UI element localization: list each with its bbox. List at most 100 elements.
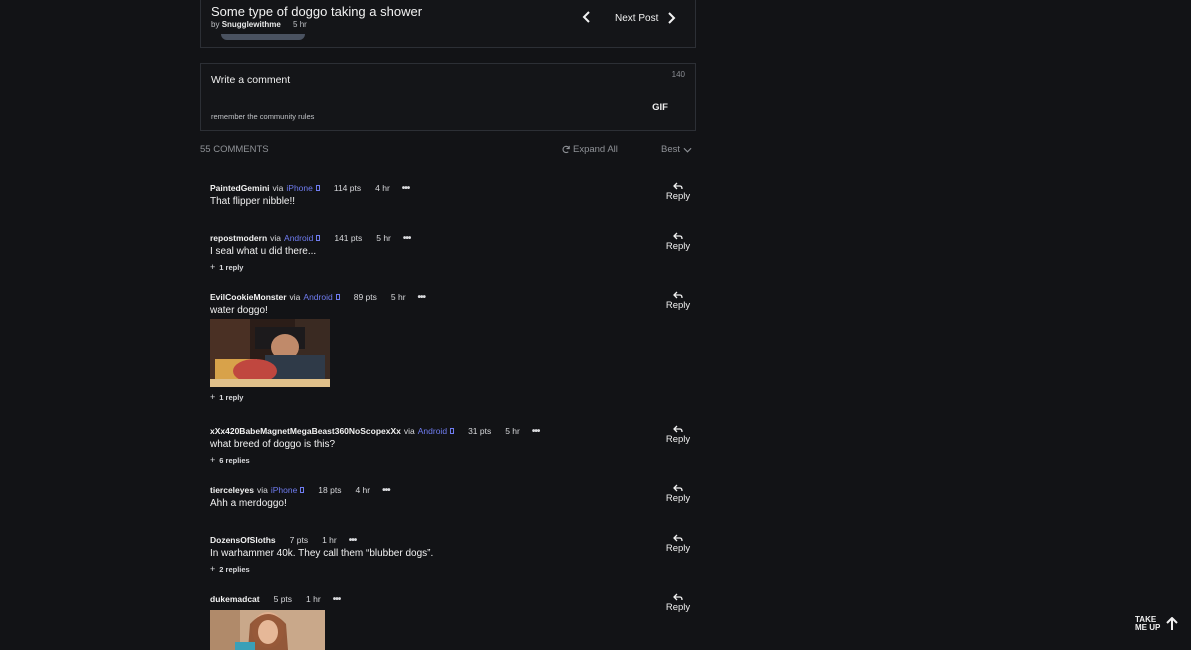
- post-author[interactable]: Snugglewithme: [222, 20, 281, 29]
- comment-points: 114 pts: [333, 183, 362, 193]
- comment-input-box[interactable]: Write a comment 140 GIF remember the com…: [200, 63, 696, 131]
- sort-label: Best: [661, 144, 681, 155]
- comment-header: repostmodern via Android 141 pts 5 hr ••…: [210, 232, 696, 244]
- comment-gif-image[interactable]: [210, 319, 330, 387]
- post-meta: by Snugglewithme 5 hr: [211, 20, 307, 29]
- comment-time: 1 hr: [322, 535, 337, 545]
- post-header-tab: [221, 34, 305, 40]
- reply-button[interactable]: Reply: [664, 182, 692, 202]
- reply-label: Reply: [665, 241, 691, 252]
- more-dots-icon[interactable]: •••: [402, 183, 410, 194]
- char-counter: 140: [671, 70, 685, 79]
- next-post-label: Next Post: [615, 12, 659, 24]
- sort-dropdown[interactable]: Best: [661, 144, 692, 155]
- reply-arrow-icon: [673, 593, 683, 601]
- comment-gif-image[interactable]: [210, 610, 325, 650]
- comment-username[interactable]: xXx420BabeMagnetMegaBeast360NoScopexXx: [210, 426, 401, 436]
- reply-arrow-icon: [673, 484, 683, 492]
- comment-time: 4 hr: [375, 183, 390, 193]
- comment-time: 4 hr: [355, 485, 371, 495]
- comment-text: water doggo!: [210, 305, 268, 316]
- comment-username[interactable]: repostmodern: [210, 233, 267, 243]
- via-label: via: [403, 426, 415, 436]
- more-dots-icon[interactable]: •••: [349, 535, 357, 546]
- comment-header: tierceleyes via iPhone 18 pts 4 hr •••: [210, 484, 696, 496]
- comment: repostmodern via Android 141 pts 5 hr ••…: [210, 232, 696, 273]
- via-label: via: [256, 485, 268, 495]
- replies-count: 1 reply: [219, 263, 244, 272]
- next-post-button[interactable]: Next Post: [615, 10, 676, 26]
- comment-points: 89 pts: [353, 292, 377, 302]
- comment: dukemadcat 5 pts 1 hr •••: [210, 593, 696, 650]
- reply-button[interactable]: Reply: [664, 232, 692, 252]
- comment: xXx420BabeMagnetMegaBeast360NoScopexXx v…: [210, 425, 696, 466]
- replies-toggle[interactable]: +2 replies: [210, 564, 696, 574]
- comment: EvilCookieMonster via Android 89 pts 5 h…: [210, 291, 696, 402]
- comment-points: 7 pts: [289, 535, 309, 545]
- comment-header: EvilCookieMonster via Android 89 pts 5 h…: [210, 291, 696, 303]
- post-time: 5 hr: [293, 20, 307, 29]
- comment-input[interactable]: Write a comment: [211, 74, 290, 86]
- comment-device[interactable]: iPhone: [271, 485, 297, 495]
- previous-post-button[interactable]: [582, 10, 594, 24]
- comment-username[interactable]: DozensOfSloths: [210, 535, 276, 545]
- gif-button[interactable]: GIF: [652, 102, 668, 113]
- reply-button[interactable]: Reply: [664, 425, 692, 445]
- comment-username[interactable]: dukemadcat: [210, 594, 260, 604]
- reply-button[interactable]: Reply: [664, 534, 692, 554]
- device-icon: [300, 487, 305, 493]
- reply-arrow-icon: [673, 182, 683, 190]
- comment-username[interactable]: EvilCookieMonster: [210, 292, 287, 302]
- comment-username[interactable]: tierceleyes: [210, 485, 254, 495]
- plus-icon: +: [210, 262, 216, 272]
- comment-device[interactable]: iPhone: [286, 183, 312, 193]
- reply-label: Reply: [665, 191, 691, 202]
- comment-text: In warhammer 40k. They call them “blubbe…: [210, 548, 434, 559]
- more-dots-icon[interactable]: •••: [333, 594, 341, 605]
- comment: tierceleyes via iPhone 18 pts 4 hr ••• A…: [210, 484, 696, 510]
- comment-device[interactable]: Android: [284, 233, 313, 243]
- reply-arrow-icon: [673, 291, 683, 299]
- take-me-up-line2: ME UP: [1135, 623, 1161, 632]
- device-icon: [315, 185, 320, 191]
- reply-label: Reply: [665, 543, 691, 554]
- comment-device[interactable]: Android: [418, 426, 447, 436]
- post-by-label: by: [211, 20, 220, 29]
- comment-time: 5 hr: [390, 292, 406, 302]
- plus-icon: +: [210, 455, 216, 465]
- plus-icon: +: [210, 564, 216, 574]
- comment-time: 1 hr: [306, 594, 321, 604]
- reply-arrow-icon: [673, 232, 683, 240]
- replies-count: 6 replies: [219, 456, 250, 465]
- reply-button[interactable]: Reply: [664, 291, 692, 311]
- more-dots-icon[interactable]: •••: [418, 292, 426, 303]
- comment-text: what breed of doggo is this?: [210, 439, 336, 450]
- post-title: Some type of doggo taking a shower: [211, 4, 423, 19]
- reply-label: Reply: [665, 493, 691, 504]
- expand-all-button[interactable]: Expand All: [562, 144, 618, 155]
- replies-toggle[interactable]: +1 reply: [210, 262, 696, 272]
- replies-toggle[interactable]: +6 replies: [210, 455, 696, 465]
- more-dots-icon[interactable]: •••: [382, 485, 390, 496]
- replies-toggle[interactable]: +1 reply: [210, 392, 696, 402]
- comment-device[interactable]: Android: [303, 292, 332, 302]
- replies-count: 2 replies: [219, 565, 250, 574]
- device-icon: [335, 294, 340, 300]
- more-dots-icon[interactable]: •••: [403, 233, 411, 244]
- comment-time: 5 hr: [376, 233, 391, 243]
- arrow-up-icon: [1166, 617, 1179, 630]
- more-dots-icon[interactable]: •••: [532, 426, 540, 437]
- comment-points: 141 pts: [334, 233, 363, 243]
- post-header: Some type of doggo taking a shower by Sn…: [200, 0, 696, 48]
- chevron-left-icon: [582, 11, 590, 23]
- comment-username[interactable]: PaintedGemini: [210, 183, 270, 193]
- comment-header: PaintedGemini via iPhone 114 pts 4 hr ••…: [210, 182, 696, 194]
- reply-label: Reply: [665, 300, 691, 311]
- comment-header: dukemadcat 5 pts 1 hr •••: [210, 593, 696, 605]
- comments-count: 55 COMMENTS: [200, 144, 269, 155]
- comment-text: That flipper nibble!!: [210, 196, 296, 207]
- device-icon: [450, 428, 455, 434]
- reply-button[interactable]: Reply: [664, 593, 692, 613]
- reply-button[interactable]: Reply: [664, 484, 692, 504]
- take-me-up-button[interactable]: TAKE ME UP: [1135, 616, 1179, 632]
